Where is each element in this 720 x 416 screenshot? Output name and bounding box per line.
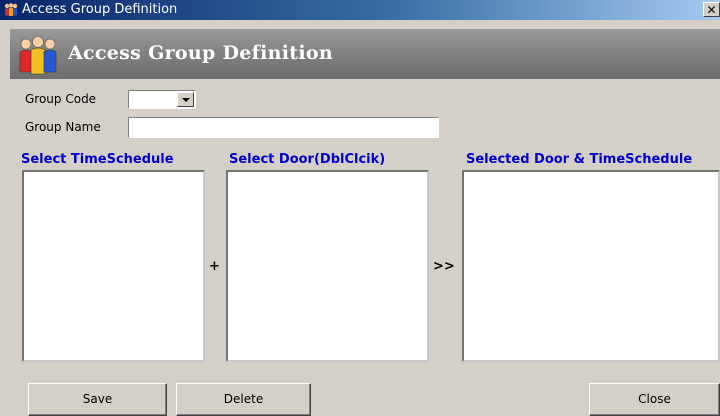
select-door-label: Select Door(DblClcik) [229,152,386,167]
door-listbox[interactable] [226,170,429,362]
app-people-icon [4,3,18,16]
group-name-input[interactable] [128,117,439,138]
group-code-label: Group Code [25,92,97,106]
group-code-combobox[interactable] [128,90,196,109]
plus-label: + [209,259,220,274]
title-bar: Access Group Definition ✕ [0,0,720,20]
selected-door-timeschedule-label: Selected Door & TimeSchedule [466,152,693,167]
group-name-label: Group Name [25,120,101,134]
window-close-button[interactable]: ✕ [703,2,720,17]
chevron-down-icon [182,98,190,102]
banner-title: Access Group Definition [68,42,333,64]
delete-button[interactable]: Delete [176,383,311,416]
window-title: Access Group Definition [22,2,178,17]
people-group-icon [19,36,57,75]
header-banner: Access Group Definition [10,29,720,79]
close-button[interactable]: Close [589,383,720,416]
timeschedule-listbox[interactable] [22,170,205,362]
selected-door-timeschedule-listbox[interactable] [462,170,720,362]
save-button[interactable]: Save [28,383,167,416]
select-timeschedule-label: Select TimeSchedule [21,152,174,167]
move-right-button[interactable]: >> [433,259,455,274]
group-code-dropdown-button[interactable] [177,92,194,107]
